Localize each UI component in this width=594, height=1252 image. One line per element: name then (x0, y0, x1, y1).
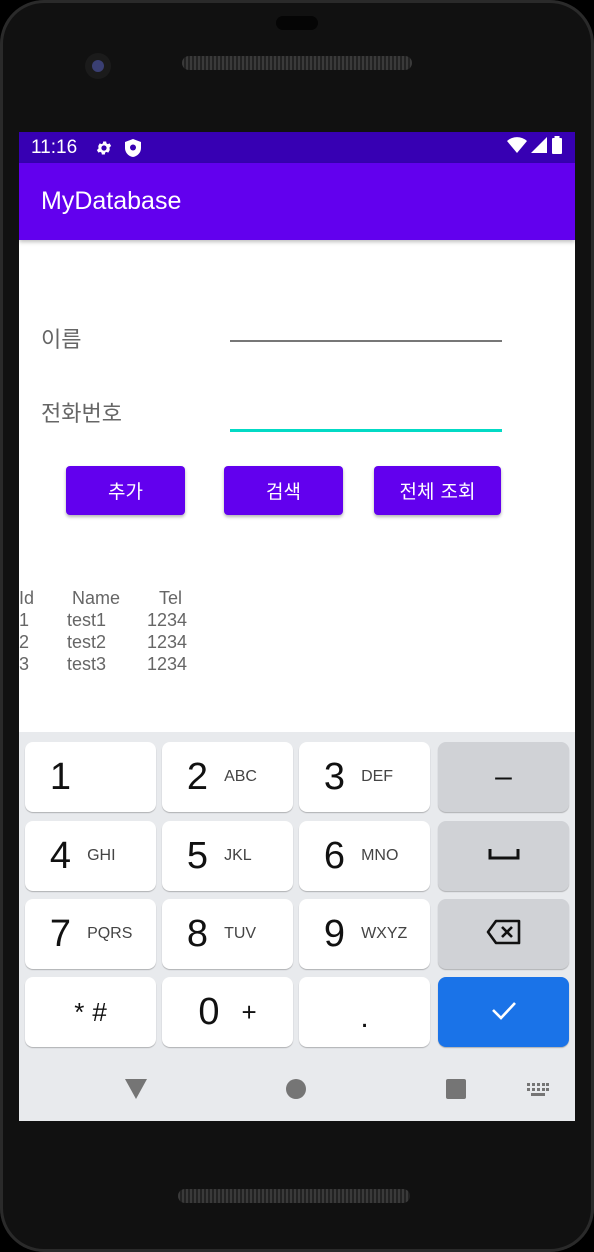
keyboard-switch-icon[interactable] (527, 1082, 549, 1101)
cell-name: test2 (67, 632, 107, 652)
key-digit: 7 (49, 912, 72, 955)
space-icon (488, 847, 520, 866)
numeric-keyboard: 1 2 ABC 3 DEF – 4 GHI 5 JKL 6 MNO 7 PQRS… (19, 732, 575, 1121)
header-tel: Tel (159, 588, 183, 608)
home-icon[interactable] (286, 1079, 306, 1103)
key-done[interactable] (438, 977, 569, 1047)
cell-tel: 1234 (147, 654, 188, 674)
header-id: Id (19, 588, 35, 608)
key-dot[interactable]: . (299, 977, 430, 1047)
key-digit: 2 (186, 755, 209, 798)
key-star: * (74, 996, 85, 1027)
key-backspace[interactable] (438, 899, 569, 969)
add-button[interactable]: 추가 (66, 466, 185, 515)
key-digit: 9 (323, 912, 346, 955)
key-9[interactable]: 9 WXYZ (299, 899, 430, 969)
minus-icon: – (495, 760, 512, 793)
key-letters: ABC (224, 768, 257, 785)
key-1[interactable]: 1 (25, 742, 156, 812)
key-digit: 0 (198, 990, 220, 1033)
key-2[interactable]: 2 ABC (162, 742, 293, 812)
key-letters: JKL (224, 847, 252, 864)
key-3[interactable]: 3 DEF (299, 742, 430, 812)
phone-frame: 11:16 MyDatabase 이름 전화번호 추가 검색 전체 조회 Id … (0, 0, 594, 1252)
cell-tel: 1234 (147, 632, 188, 652)
key-7[interactable]: 7 PQRS (25, 899, 156, 969)
key-letters: MNO (361, 847, 399, 864)
key-digit: 3 (323, 755, 346, 798)
key-letters: GHI (87, 847, 116, 864)
name-input[interactable] (230, 302, 502, 342)
key-dot-label: . (360, 1001, 369, 1034)
search-button[interactable]: 검색 (224, 466, 343, 515)
key-8[interactable]: 8 TUV (162, 899, 293, 969)
key-letters: PQRS (87, 925, 133, 942)
key-letters: TUV (224, 925, 257, 942)
status-bar: 11:16 (19, 132, 575, 163)
settings-gear-icon (95, 139, 113, 157)
key-star-hash[interactable]: * # (25, 977, 156, 1047)
battery-icon (551, 136, 563, 159)
tel-input[interactable] (230, 392, 502, 432)
key-letters: WXYZ (361, 925, 408, 942)
key-6[interactable]: 6 MNO (299, 821, 430, 891)
screen: 11:16 MyDatabase 이름 전화번호 추가 검색 전체 조회 Id … (19, 132, 575, 1121)
key-letters: DEF (361, 768, 394, 785)
top-slot (276, 16, 318, 30)
front-camera (85, 53, 111, 79)
backspace-icon (486, 919, 522, 950)
cell-id: 2 (19, 632, 30, 652)
cell-id: 3 (19, 654, 30, 674)
key-plus: + (241, 996, 257, 1027)
check-icon (491, 1000, 517, 1025)
name-label: 이름 (41, 328, 82, 353)
header-name: Name (72, 588, 121, 608)
status-time: 11:16 (31, 136, 78, 158)
recents-icon[interactable] (446, 1079, 466, 1103)
cell-name: test1 (67, 610, 107, 630)
key-4[interactable]: 4 GHI (25, 821, 156, 891)
wifi-icon (507, 137, 527, 158)
key-5[interactable]: 5 JKL (162, 821, 293, 891)
app-title: MyDatabase (41, 187, 182, 215)
shield-icon (125, 138, 142, 157)
cell-name: test3 (67, 654, 107, 674)
signal-icon (531, 137, 547, 158)
navigation-bar (19, 1058, 575, 1121)
bottom-speaker (178, 1189, 410, 1203)
cell-id: 1 (19, 610, 30, 630)
back-icon[interactable] (125, 1079, 147, 1103)
key-digit: 5 (186, 834, 209, 877)
tel-label: 전화번호 (41, 402, 122, 427)
view-all-button[interactable]: 전체 조회 (374, 466, 501, 515)
key-minus[interactable]: – (438, 742, 569, 812)
key-digit: 8 (186, 912, 209, 955)
key-digit: 6 (323, 834, 346, 877)
key-hash: # (92, 996, 107, 1027)
key-space[interactable] (438, 821, 569, 891)
key-digit: 1 (49, 755, 72, 798)
key-digit: 4 (49, 834, 72, 877)
app-bar: MyDatabase (19, 163, 575, 240)
key-0[interactable]: 0 + (162, 977, 293, 1047)
earpiece-speaker (182, 56, 412, 70)
cell-tel: 1234 (147, 610, 188, 630)
